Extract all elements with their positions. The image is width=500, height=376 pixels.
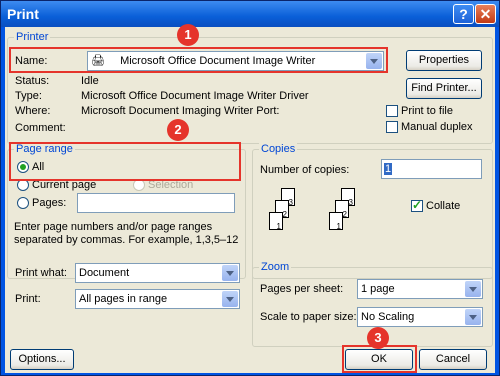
comment-label: Comment: <box>15 122 66 134</box>
highlight-ok-button <box>342 345 417 373</box>
stack-page-icon: 1 <box>329 212 343 231</box>
pages-input[interactable] <box>77 193 235 213</box>
chevron-down-icon[interactable] <box>222 265 238 281</box>
collate-checkbox[interactable] <box>411 198 423 212</box>
find-printer-button[interactable]: Find Printer... <box>406 78 482 99</box>
copies-group-label: Copies <box>259 143 298 155</box>
manual-duplex-checkbox[interactable] <box>386 121 398 133</box>
printer-group-label: Printer <box>14 31 51 43</box>
highlight-page-range <box>9 142 241 181</box>
collate-label: Collate <box>426 200 461 212</box>
manual-duplex-label: Manual duplex <box>401 121 473 133</box>
pages-per-sheet-label: Pages per sheet: <box>260 283 344 295</box>
type-value: Microsoft Office Document Image Writer D… <box>81 90 309 102</box>
pages-per-sheet-select[interactable]: 1 page <box>357 279 483 299</box>
scale-select[interactable]: No Scaling <box>357 307 483 327</box>
window-title: Print <box>7 6 39 22</box>
help-button[interactable]: ? <box>453 4 474 24</box>
options-button[interactable]: Options... <box>10 349 74 370</box>
step-2-marker: 2 <box>167 119 189 141</box>
print-value: All pages in range <box>79 293 168 305</box>
highlight-printer-name <box>9 47 388 73</box>
chevron-down-icon[interactable] <box>465 309 481 325</box>
number-of-copies-label: Number of copies: <box>260 164 350 176</box>
chevron-down-icon[interactable] <box>465 281 481 297</box>
type-label: Type: <box>15 90 42 102</box>
print-to-file-label: Print to file <box>401 105 453 117</box>
print-select[interactable]: All pages in range <box>75 289 240 309</box>
zoom-group-label: Zoom <box>259 261 292 273</box>
pages-radio[interactable] <box>17 197 29 209</box>
dialog-body: Printer Name: 🖨 Microsoft Office Documen… <box>5 24 495 373</box>
stack-page-icon: 1 <box>269 212 283 231</box>
where-label: Where: <box>15 105 51 117</box>
page-range-hint: Enter page numbers and/or page ranges se… <box>14 221 239 246</box>
where-value: Microsoft Document Imaging Writer Port: <box>81 105 280 117</box>
status-label: Status: <box>15 75 50 87</box>
print-what-select[interactable]: Document <box>75 263 240 283</box>
number-of-copies-input[interactable]: 1 <box>381 159 482 179</box>
title-bar[interactable]: Print ? ✕ <box>1 1 499 27</box>
print-label: Print: <box>15 293 41 305</box>
print-to-file-checkbox[interactable] <box>386 105 398 117</box>
pages-label: Pages: <box>32 197 67 209</box>
step-1-marker: 1 <box>177 24 199 46</box>
close-button[interactable]: ✕ <box>475 4 496 24</box>
cancel-button[interactable]: Cancel <box>419 349 487 370</box>
scale-label: Scale to paper size: <box>260 311 357 323</box>
properties-button[interactable]: Properties <box>406 50 482 71</box>
pages-per-sheet-value: 1 page <box>361 283 395 295</box>
chevron-down-icon[interactable] <box>222 291 238 307</box>
print-what-label: Print what: <box>15 267 67 279</box>
scale-value: No Scaling <box>361 311 415 323</box>
step-3-marker: 3 <box>367 327 389 349</box>
number-of-copies-value: 1 <box>384 163 393 175</box>
status-value: Idle <box>81 75 99 87</box>
print-what-value: Document <box>79 267 130 279</box>
print-dialog: Print ? ✕ Printer Name: 🖨 Microsoft Offi… <box>0 0 500 376</box>
